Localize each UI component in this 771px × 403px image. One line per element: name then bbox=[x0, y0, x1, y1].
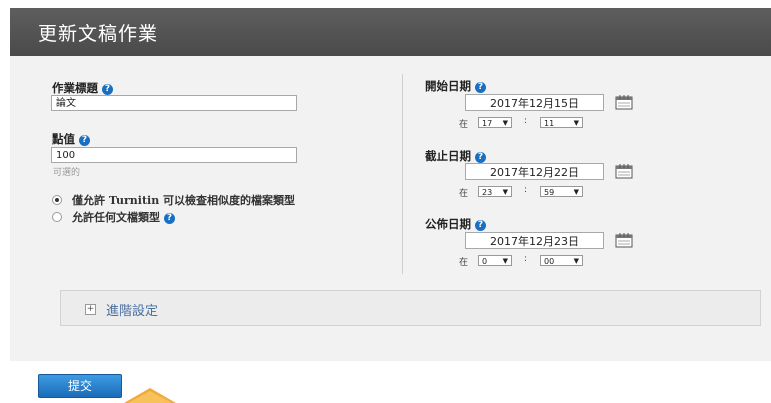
assignment-title-input[interactable]: 論文 bbox=[51, 95, 297, 111]
help-icon[interactable]: ? bbox=[475, 81, 486, 93]
radio-turnitin-only[interactable] bbox=[52, 195, 62, 205]
chevron-down-icon: ▼ bbox=[502, 257, 508, 265]
chevron-down-icon: ▼ bbox=[573, 119, 579, 127]
radio-turnitin-only-label: 僅允許 Turnitin 可以檢查相似度的檔案類型 bbox=[72, 194, 296, 207]
points-label-text: 點值 bbox=[52, 132, 75, 146]
start-minute-select[interactable]: 11 ▼ bbox=[540, 117, 583, 128]
radio-any-file-type-text: 允許任何文檔類型 bbox=[72, 211, 160, 224]
settings-panel: 作業標題? 論文 點值? 100 可選的 僅允許 Turnitin 可以檢查相似… bbox=[10, 56, 771, 361]
assignment-title-label-text: 作業標題 bbox=[52, 81, 98, 95]
calendar-icon[interactable] bbox=[615, 94, 633, 110]
help-icon[interactable]: ? bbox=[102, 83, 113, 95]
submit-button[interactable]: 提交 bbox=[38, 374, 122, 398]
dialog-title: 更新文稿作業 bbox=[38, 23, 159, 45]
chevron-down-icon: ▼ bbox=[573, 257, 579, 265]
plus-box-icon[interactable]: + bbox=[85, 304, 96, 315]
chevron-down-icon: ▼ bbox=[573, 188, 579, 196]
help-icon[interactable]: ? bbox=[475, 219, 486, 231]
start-hour-value: 17 bbox=[482, 119, 493, 128]
help-icon[interactable]: ? bbox=[475, 151, 486, 163]
calendar-icon[interactable] bbox=[615, 232, 633, 248]
post-date-input[interactable]: 2017年12月23日 bbox=[465, 232, 604, 249]
calendar-icon[interactable] bbox=[615, 163, 633, 179]
due-minute-select[interactable]: 59 ▼ bbox=[540, 186, 583, 197]
due-date-label: 截止日期? bbox=[425, 148, 486, 164]
start-minute-value: 11 bbox=[544, 119, 555, 128]
start-date-label-text: 開始日期 bbox=[425, 79, 471, 93]
column-divider bbox=[402, 74, 403, 274]
due-date-label-text: 截止日期 bbox=[425, 149, 471, 163]
post-date-label-text: 公佈日期 bbox=[425, 217, 471, 231]
help-icon[interactable]: ? bbox=[79, 134, 90, 146]
points-input[interactable]: 100 bbox=[51, 147, 297, 163]
post-hour-value: 0 bbox=[482, 257, 488, 266]
post-minute-value: 00 bbox=[544, 257, 555, 266]
due-date-input[interactable]: 2017年12月22日 bbox=[465, 163, 604, 180]
chevron-down-icon: ▼ bbox=[502, 188, 508, 196]
start-date-label: 開始日期? bbox=[425, 78, 486, 94]
post-date-label: 公佈日期? bbox=[425, 216, 486, 232]
help-icon[interactable]: ? bbox=[164, 212, 175, 224]
radio-any-file-type-label: 允許任何文檔類型? bbox=[72, 209, 175, 225]
advanced-settings-label: 進階設定 bbox=[106, 304, 159, 319]
start-at-label: 在 bbox=[459, 120, 469, 130]
folder-decoration-icon bbox=[124, 388, 176, 403]
due-minute-value: 59 bbox=[544, 188, 555, 197]
post-at-label: 在 bbox=[459, 258, 469, 268]
assignment-title-label: 作業標題? bbox=[52, 80, 113, 96]
due-at-label: 在 bbox=[459, 189, 469, 199]
points-optional-hint: 可選的 bbox=[53, 168, 81, 178]
post-hour-select[interactable]: 0 ▼ bbox=[478, 255, 512, 266]
points-label: 點值? bbox=[52, 131, 90, 147]
radio-any-file-type[interactable] bbox=[52, 212, 62, 222]
dialog-header: 更新文稿作業 bbox=[10, 8, 771, 56]
time-separator: : bbox=[524, 116, 528, 126]
advanced-settings-toggle[interactable]: + 進階設定 bbox=[60, 290, 761, 326]
time-separator: : bbox=[524, 185, 528, 195]
due-hour-select[interactable]: 23 ▼ bbox=[478, 186, 512, 197]
post-minute-select[interactable]: 00 ▼ bbox=[540, 255, 583, 266]
due-hour-value: 23 bbox=[482, 188, 493, 197]
start-hour-select[interactable]: 17 ▼ bbox=[478, 117, 512, 128]
chevron-down-icon: ▼ bbox=[502, 119, 508, 127]
time-separator: : bbox=[524, 254, 528, 264]
start-date-input[interactable]: 2017年12月15日 bbox=[465, 94, 604, 111]
